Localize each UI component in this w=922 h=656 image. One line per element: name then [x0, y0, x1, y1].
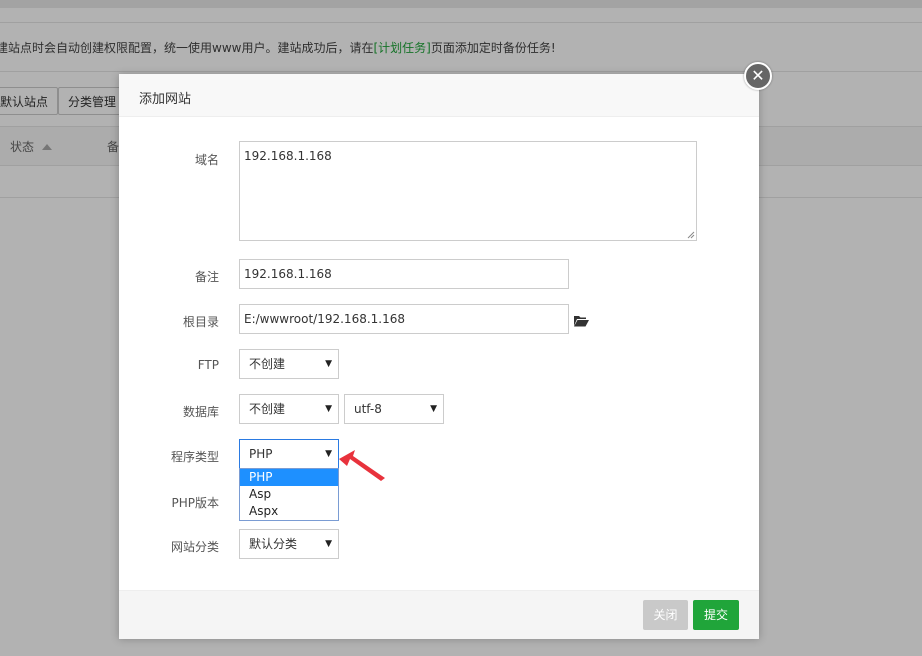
dropdown-option-aspx[interactable]: Aspx [240, 503, 338, 520]
program-type-select[interactable]: PHP ▼ [239, 439, 339, 469]
domain-value: 192.168.1.168 [244, 149, 332, 163]
remark-label: 备注 [194, 270, 219, 284]
ftp-label: FTP [197, 358, 219, 372]
caret-down-icon: ▼ [325, 449, 332, 459]
dialog-footer: 关闭 提交 [119, 590, 759, 639]
dialog-title: 添加网站 [139, 92, 192, 107]
close-button[interactable]: 关闭 [643, 600, 688, 630]
close-icon: ✕ [751, 66, 765, 85]
caret-down-icon: ▼ [325, 404, 332, 414]
php-version-label: PHP版本 [171, 496, 220, 510]
resize-grip-icon[interactable] [687, 231, 695, 239]
dropdown-option-php[interactable]: PHP [240, 469, 338, 486]
charset-select-value: utf-8 [354, 402, 382, 416]
remark-value: 192.168.1.168 [244, 267, 332, 281]
root-dir-label: 根目录 [182, 315, 219, 329]
dialog-close-button[interactable]: ✕ [744, 62, 772, 90]
program-type-label: 程序类型 [170, 450, 219, 464]
caret-down-icon: ▼ [430, 404, 437, 414]
database-label: 数据库 [182, 405, 219, 419]
folder-open-icon[interactable] [573, 315, 589, 327]
charset-select[interactable]: utf-8 ▼ [344, 394, 444, 424]
domain-textarea[interactable]: 192.168.1.168 [239, 141, 697, 241]
caret-down-icon: ▼ [325, 359, 332, 369]
domain-label: 域名 [194, 153, 219, 167]
root-dir-value: E:/wwwroot/192.168.1.168 [244, 312, 406, 326]
ftp-select-value: 不创建 [249, 357, 286, 371]
site-category-label: 网站分类 [170, 540, 219, 554]
annotation-arrow-icon [339, 450, 385, 481]
ftp-select[interactable]: 不创建 ▼ [239, 349, 339, 379]
site-category-select[interactable]: 默认分类 ▼ [239, 529, 339, 559]
caret-down-icon: ▼ [325, 539, 332, 549]
add-site-dialog: 添加网站 域名 192.168.1.168 备注 192.168.1.168 根… [119, 74, 759, 639]
site-category-select-value: 默认分类 [249, 537, 298, 551]
program-type-dropdown: PHP Asp Aspx [239, 468, 339, 521]
submit-button[interactable]: 提交 [693, 600, 739, 630]
remark-input[interactable]: 192.168.1.168 [239, 259, 569, 289]
database-select-value: 不创建 [249, 402, 286, 416]
root-dir-input[interactable]: E:/wwwroot/192.168.1.168 [239, 304, 569, 334]
dropdown-option-asp[interactable]: Asp [240, 486, 338, 503]
dialog-header: 添加网站 [119, 74, 759, 117]
program-type-select-value: PHP [249, 447, 273, 461]
database-select[interactable]: 不创建 ▼ [239, 394, 339, 424]
